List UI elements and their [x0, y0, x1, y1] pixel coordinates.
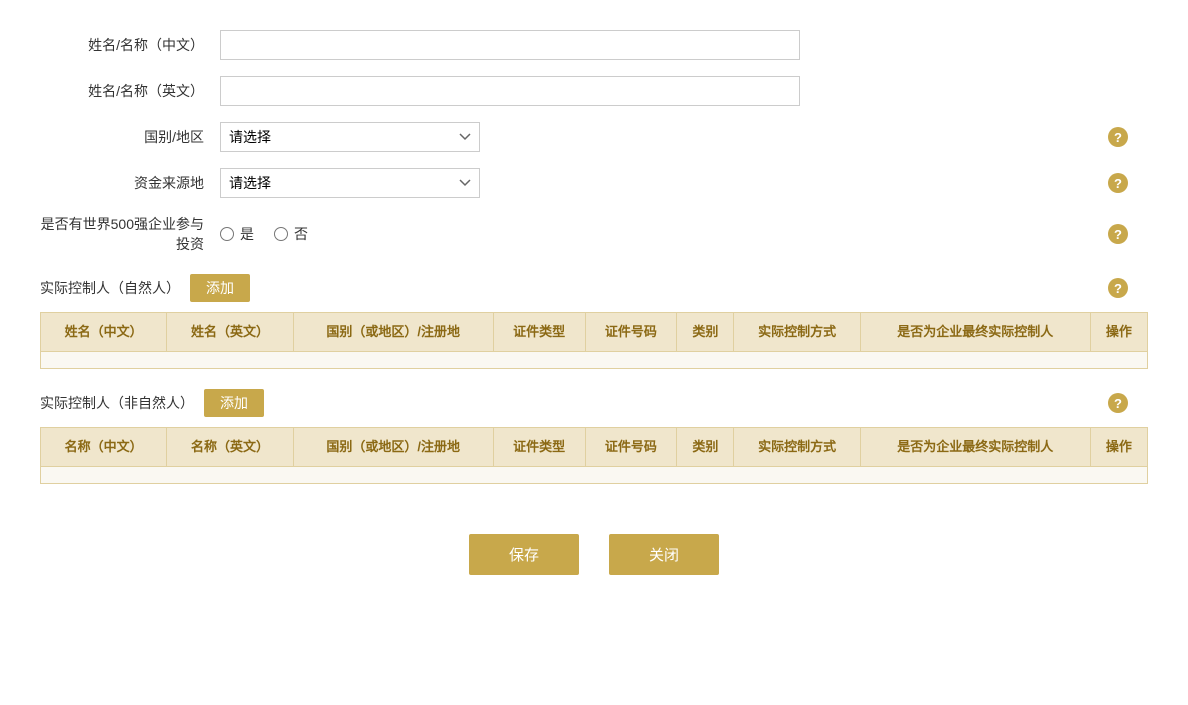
non-natural-col-operation: 操作: [1090, 428, 1147, 467]
save-button[interactable]: 保存: [469, 534, 579, 575]
footer-buttons: 保存 关闭: [40, 534, 1148, 575]
fortune500-yes-option[interactable]: 是: [220, 224, 254, 244]
natural-col-control-method: 实际控制方式: [734, 313, 860, 352]
natural-col-country: 国别（或地区）/注册地: [293, 313, 493, 352]
fortune500-no-radio[interactable]: [274, 227, 288, 241]
fortune500-radio-group: 是 否: [220, 224, 308, 244]
natural-col-operation: 操作: [1090, 313, 1147, 352]
non-natural-person-section: 实际控制人（非自然人） 添加 ? 名称（中文） 名称（英文） 国别（或地区）/注…: [40, 389, 1148, 484]
natural-empty-row: [41, 352, 1148, 369]
fortune500-help-icon[interactable]: ?: [1108, 224, 1128, 244]
natural-person-table: 姓名（中文） 姓名（英文） 国别（或地区）/注册地 证件类型 证件号码 类别 实…: [40, 312, 1148, 369]
fortune500-no-label: 否: [294, 224, 308, 244]
fortune500-yes-label: 是: [240, 224, 254, 244]
natural-table-header-row: 姓名（中文） 姓名（英文） 国别（或地区）/注册地 证件类型 证件号码 类别 实…: [41, 313, 1148, 352]
non-natural-col-final-controller: 是否为企业最终实际控制人: [860, 428, 1090, 467]
non-natural-help-icon[interactable]: ?: [1108, 393, 1128, 413]
non-natural-empty-cell: [41, 467, 1148, 484]
name-en-input[interactable]: [220, 76, 800, 106]
natural-col-name-en: 姓名（英文）: [167, 313, 293, 352]
natural-col-cert-no: 证件号码: [585, 313, 677, 352]
natural-empty-cell: [41, 352, 1148, 369]
non-natural-empty-row: [41, 467, 1148, 484]
natural-add-button[interactable]: 添加: [190, 274, 250, 302]
natural-col-cert-type: 证件类型: [493, 313, 585, 352]
name-en-label: 姓名/名称（英文）: [40, 81, 220, 101]
close-button[interactable]: 关闭: [609, 534, 719, 575]
non-natural-col-control-method: 实际控制方式: [734, 428, 860, 467]
fund-source-select[interactable]: 请选择: [220, 168, 480, 198]
non-natural-col-name-en: 名称（英文）: [167, 428, 293, 467]
non-natural-col-country: 国别（或地区）/注册地: [293, 428, 493, 467]
non-natural-add-button[interactable]: 添加: [204, 389, 264, 417]
natural-section-title: 实际控制人（自然人）: [40, 278, 180, 298]
fortune500-label: 是否有世界500强企业参与投资: [40, 214, 220, 254]
fortune500-no-option[interactable]: 否: [274, 224, 308, 244]
country-help-icon[interactable]: ?: [1108, 127, 1128, 147]
non-natural-col-cert-type: 证件类型: [493, 428, 585, 467]
natural-col-name-cn: 姓名（中文）: [41, 313, 167, 352]
natural-help-icon[interactable]: ?: [1108, 278, 1128, 298]
fund-source-label: 资金来源地: [40, 173, 220, 193]
country-select[interactable]: 请选择: [220, 122, 480, 152]
non-natural-section-title: 实际控制人（非自然人）: [40, 393, 194, 413]
non-natural-col-category: 类别: [677, 428, 734, 467]
natural-col-category: 类别: [677, 313, 734, 352]
natural-person-section: 实际控制人（自然人） 添加 ? 姓名（中文） 姓名（英文） 国别（或地区）/注册…: [40, 274, 1148, 369]
fortune500-yes-radio[interactable]: [220, 227, 234, 241]
non-natural-col-cert-no: 证件号码: [585, 428, 677, 467]
name-cn-input[interactable]: [220, 30, 800, 60]
country-label: 国别/地区: [40, 127, 220, 147]
non-natural-col-name-cn: 名称（中文）: [41, 428, 167, 467]
natural-col-final-controller: 是否为企业最终实际控制人: [860, 313, 1090, 352]
non-natural-table-header-row: 名称（中文） 名称（英文） 国别（或地区）/注册地 证件类型 证件号码 类别 实…: [41, 428, 1148, 467]
fund-source-help-icon[interactable]: ?: [1108, 173, 1128, 193]
non-natural-person-table: 名称（中文） 名称（英文） 国别（或地区）/注册地 证件类型 证件号码 类别 实…: [40, 427, 1148, 484]
name-cn-label: 姓名/名称（中文）: [40, 35, 220, 55]
